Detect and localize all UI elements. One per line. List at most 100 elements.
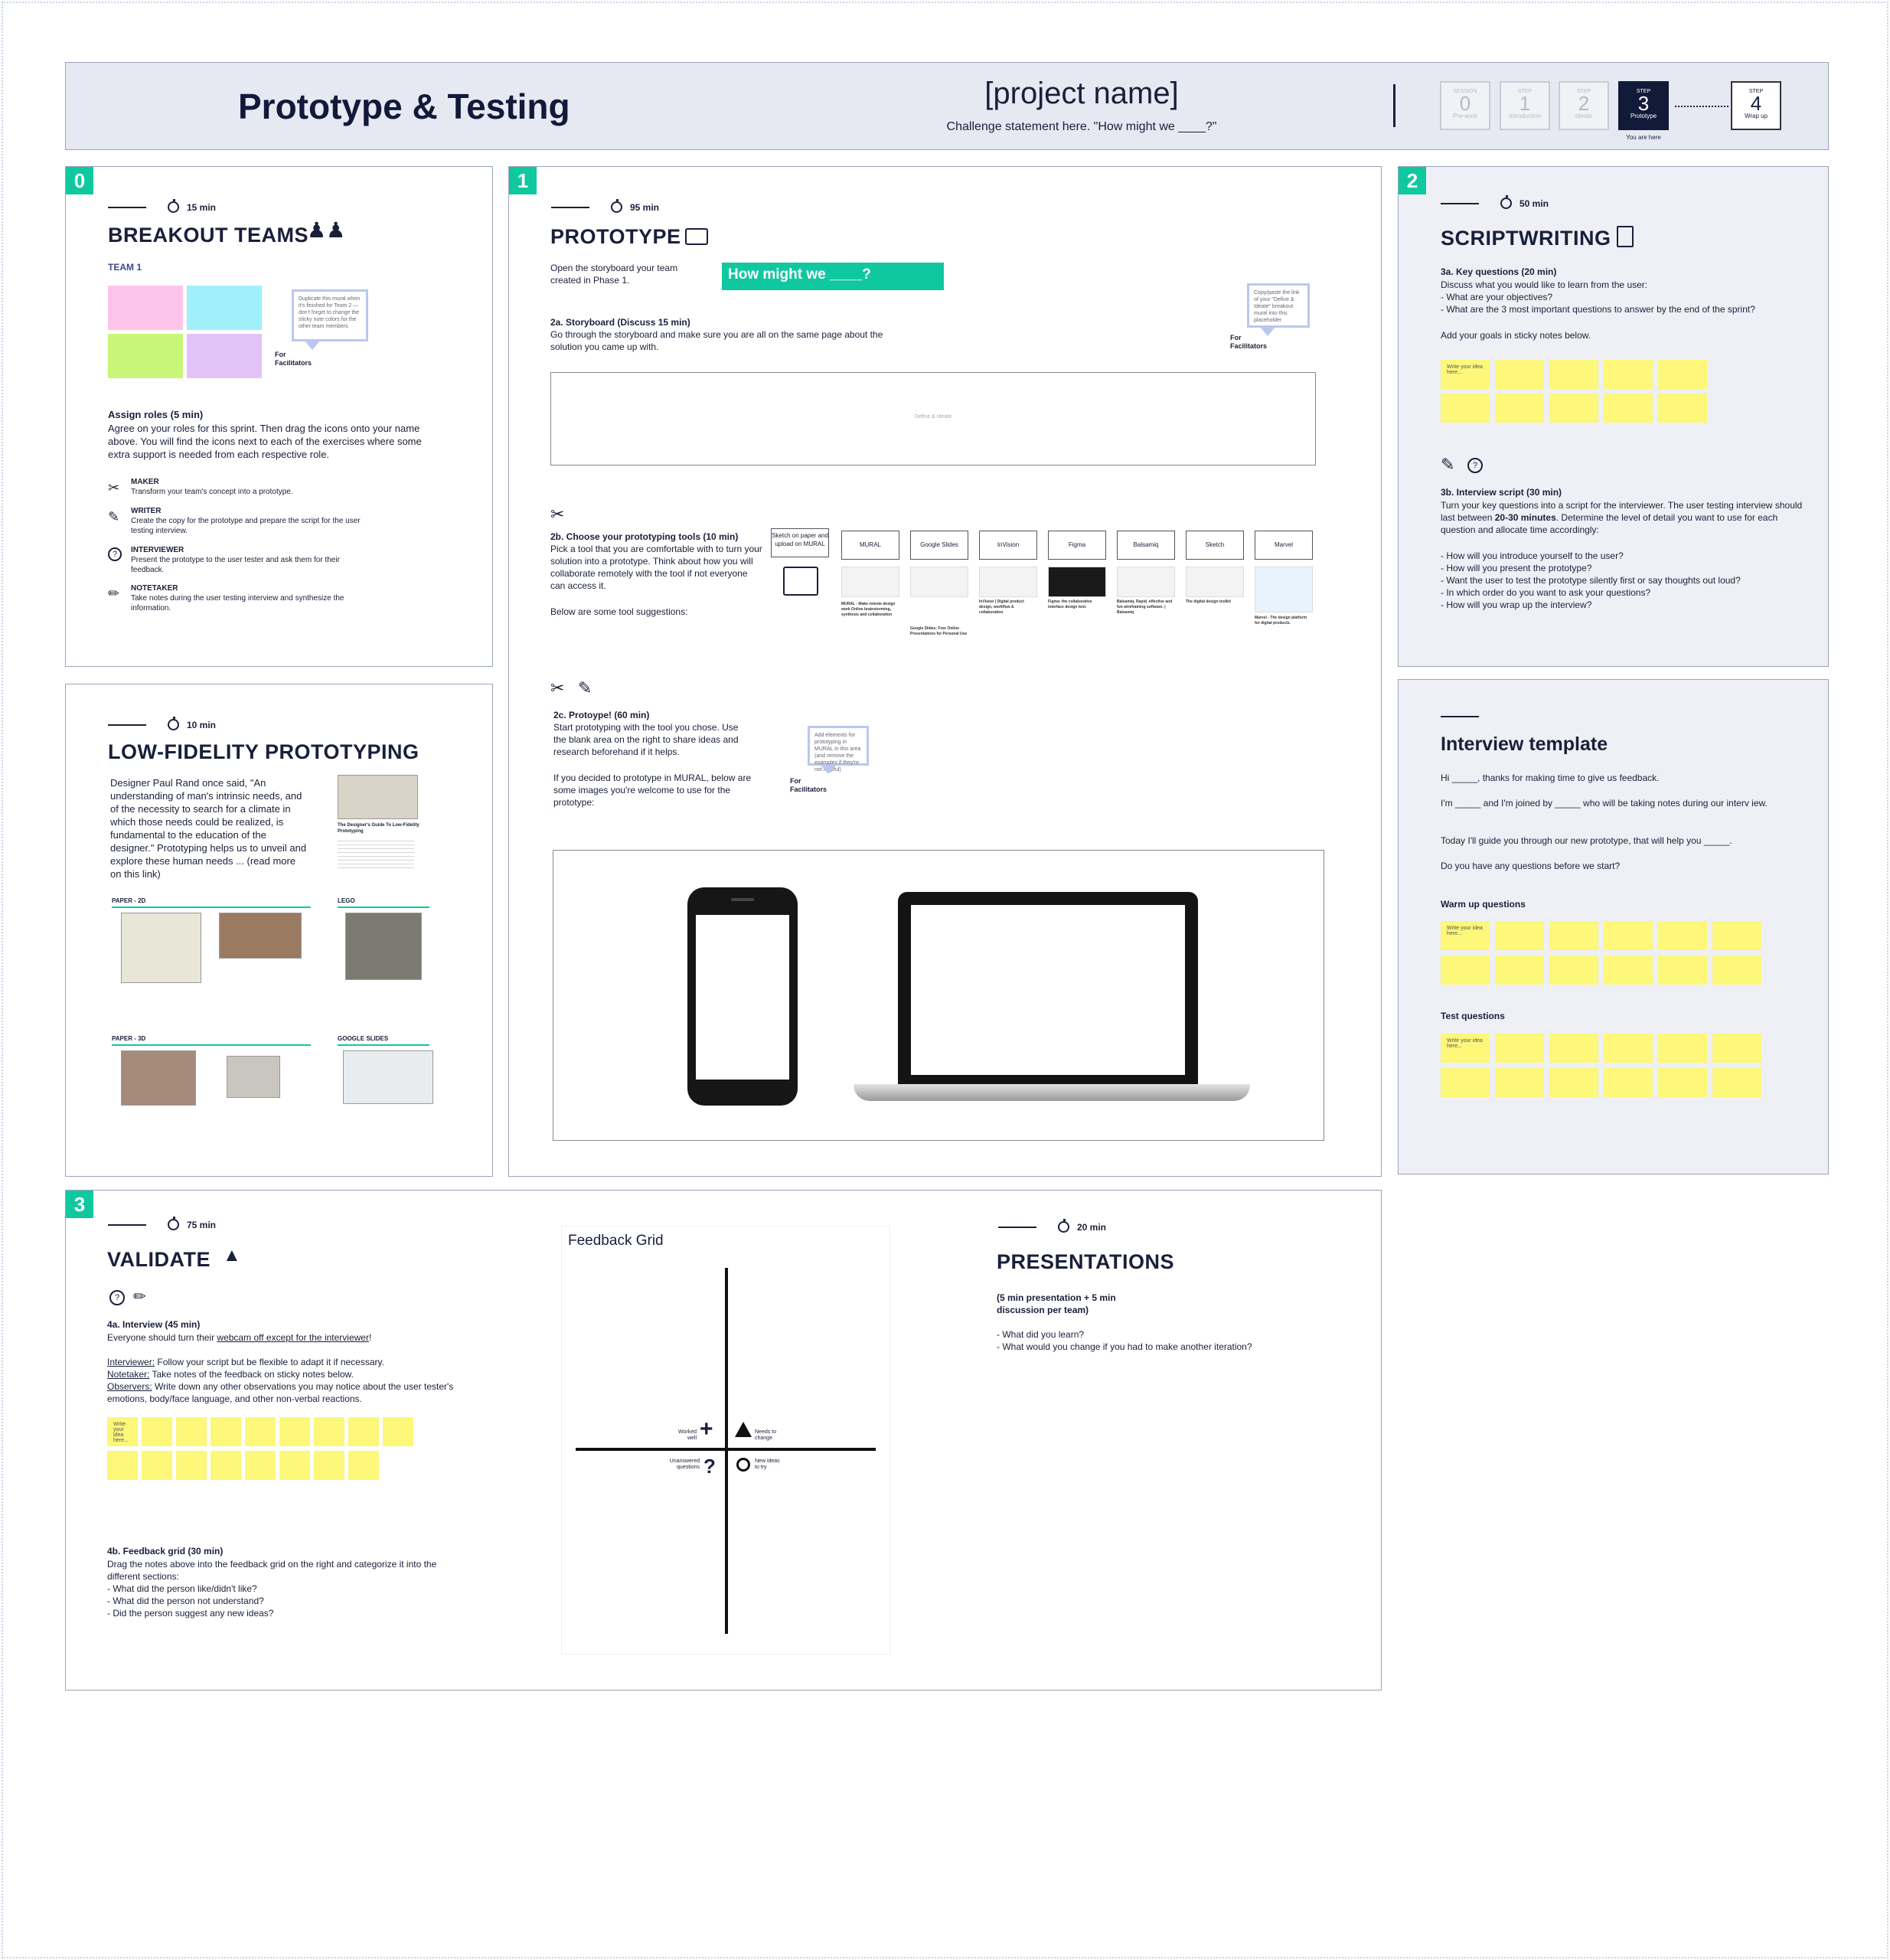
step-4[interactable]: STEP 4 Wrap up <box>1731 81 1781 130</box>
sticky-note[interactable] <box>245 1417 276 1446</box>
stopwatch-icon <box>168 199 179 213</box>
tool-sketch-on-paper[interactable]: Sketch on paper and upload on MURAL <box>771 528 829 557</box>
phone-mockup[interactable] <box>687 887 798 1106</box>
sticky-note-pink[interactable] <box>108 286 183 330</box>
tool-preview[interactable] <box>910 567 968 597</box>
step-session-0[interactable]: SESSION 0 Pre-work <box>1440 81 1490 130</box>
role-name: MAKER <box>131 478 159 486</box>
sticky-note[interactable] <box>176 1451 207 1480</box>
section-badge: 2 <box>1399 167 1426 194</box>
paper-2d-photo[interactable] <box>121 913 201 983</box>
feedback-instruction: - What did the person like/didn't like? <box>107 1583 257 1594</box>
project-name[interactable]: [project name] <box>921 77 1242 111</box>
sticky-note[interactable] <box>1712 1068 1761 1097</box>
step-1[interactable]: STEP 1 Introduction <box>1500 81 1550 130</box>
sticky-note[interactable] <box>1658 921 1707 950</box>
sticky-note[interactable] <box>279 1417 310 1446</box>
sticky-note[interactable] <box>1495 394 1544 423</box>
sticky-note[interactable] <box>1441 956 1490 985</box>
sticky-note[interactable]: Write your idea here... <box>107 1417 138 1446</box>
tool-preview[interactable] <box>1186 567 1244 597</box>
sticky-note[interactable] <box>1658 394 1707 423</box>
sticky-note[interactable]: Write your idea here... <box>1441 921 1490 950</box>
tool-figma[interactable]: Figma <box>1048 531 1106 560</box>
sticky-note[interactable] <box>1658 1068 1707 1097</box>
you-are-here-label: You are here <box>1626 134 1661 141</box>
webcam-link[interactable]: webcam off except for the interviewer <box>217 1332 369 1343</box>
sticky-note[interactable] <box>1604 394 1653 423</box>
tool-marvel[interactable]: Marvel <box>1255 531 1313 560</box>
sticky-note[interactable] <box>1658 360 1707 389</box>
section-badge: 0 <box>66 167 93 194</box>
tool-preview[interactable] <box>1117 567 1175 597</box>
sticky-note[interactable] <box>1712 1034 1761 1063</box>
sticky-note[interactable] <box>1658 956 1707 985</box>
role-name: NOTETAKER <box>131 584 178 593</box>
paper-3d-photo[interactable] <box>121 1050 196 1106</box>
tool-caption: Marvel - The design platform for digital… <box>1255 616 1307 626</box>
sticky-note[interactable] <box>1495 921 1544 950</box>
challenge-statement[interactable]: Challenge statement here. "How might we … <box>883 120 1281 134</box>
sticky-note[interactable] <box>176 1417 207 1446</box>
sticky-note[interactable] <box>1549 921 1598 950</box>
sticky-note[interactable] <box>1495 1034 1544 1063</box>
feedback-grid[interactable]: Feedback Grid + Worked well Needs to cha… <box>561 1226 890 1655</box>
sticky-note[interactable] <box>314 1417 344 1446</box>
paper-3d-photo-2[interactable] <box>227 1056 280 1098</box>
sticky-note[interactable] <box>245 1451 276 1480</box>
sticky-note[interactable] <box>1549 1068 1598 1097</box>
sticky-note[interactable] <box>211 1451 241 1480</box>
tool-caption: Google Slides: Free Online Presentations… <box>910 626 968 636</box>
protoype-title: 2c. Protoype! (60 min) <box>553 710 650 720</box>
tool-google-slides[interactable]: Google Slides <box>910 531 968 560</box>
tool-mural[interactable]: MURAL <box>841 531 899 560</box>
sticky-note[interactable] <box>1549 956 1598 985</box>
sticky-note[interactable]: Write your idea here... <box>1441 1034 1490 1063</box>
lego-photo[interactable] <box>345 913 422 980</box>
sticky-note[interactable] <box>314 1451 344 1480</box>
sticky-note[interactable] <box>1658 1034 1707 1063</box>
sticky-note[interactable] <box>1549 360 1598 389</box>
sticky-note[interactable] <box>1441 1068 1490 1097</box>
sticky-note[interactable] <box>279 1451 310 1480</box>
sticky-note-green[interactable] <box>108 334 183 378</box>
article-thumbnail[interactable] <box>338 775 418 819</box>
sticky-note[interactable] <box>107 1451 138 1480</box>
sticky-note[interactable] <box>1441 394 1490 423</box>
sticky-note[interactable] <box>142 1417 172 1446</box>
step-2[interactable]: STEP 2 Ideate <box>1559 81 1609 130</box>
sticky-note[interactable] <box>1604 1068 1653 1097</box>
sticky-note[interactable] <box>1495 360 1544 389</box>
sticky-note[interactable] <box>1604 956 1653 985</box>
tool-balsamiq[interactable]: Balsamiq <box>1117 531 1175 560</box>
sticky-note[interactable] <box>348 1417 379 1446</box>
tool-sketch[interactable]: Sketch <box>1186 531 1244 560</box>
sticky-note[interactable] <box>1495 956 1544 985</box>
tool-preview[interactable] <box>841 567 899 597</box>
sticky-note[interactable] <box>1604 360 1653 389</box>
tool-invision[interactable]: InVision <box>979 531 1037 560</box>
paper-2d-photo-2[interactable] <box>219 913 302 959</box>
tool-preview[interactable] <box>1255 567 1313 612</box>
sticky-note[interactable] <box>383 1417 413 1446</box>
sticky-note-purple[interactable] <box>187 334 262 378</box>
laptop-mockup[interactable] <box>898 892 1198 1085</box>
tool-preview[interactable] <box>1048 567 1106 597</box>
sticky-note[interactable] <box>1604 921 1653 950</box>
sticky-note[interactable] <box>1495 1068 1544 1097</box>
sticky-note[interactable] <box>1604 1034 1653 1063</box>
step-3-current[interactable]: STEP 3 Prototype <box>1618 81 1669 130</box>
tool-preview[interactable] <box>979 567 1037 597</box>
sticky-note[interactable] <box>1549 394 1598 423</box>
sticky-note[interactable] <box>142 1451 172 1480</box>
prototype-canvas-area[interactable] <box>553 850 1324 1141</box>
hmw-banner[interactable]: How might we ____? <box>722 263 944 290</box>
google-slides-photo[interactable] <box>343 1050 433 1104</box>
sticky-note[interactable] <box>348 1451 379 1480</box>
sticky-note[interactable] <box>1712 921 1761 950</box>
sticky-note[interactable] <box>1549 1034 1598 1063</box>
sticky-note[interactable] <box>1712 956 1761 985</box>
sticky-note[interactable]: Write your idea here... <box>1441 360 1490 389</box>
sticky-note-cyan[interactable] <box>187 286 262 330</box>
sticky-note[interactable] <box>211 1417 241 1446</box>
